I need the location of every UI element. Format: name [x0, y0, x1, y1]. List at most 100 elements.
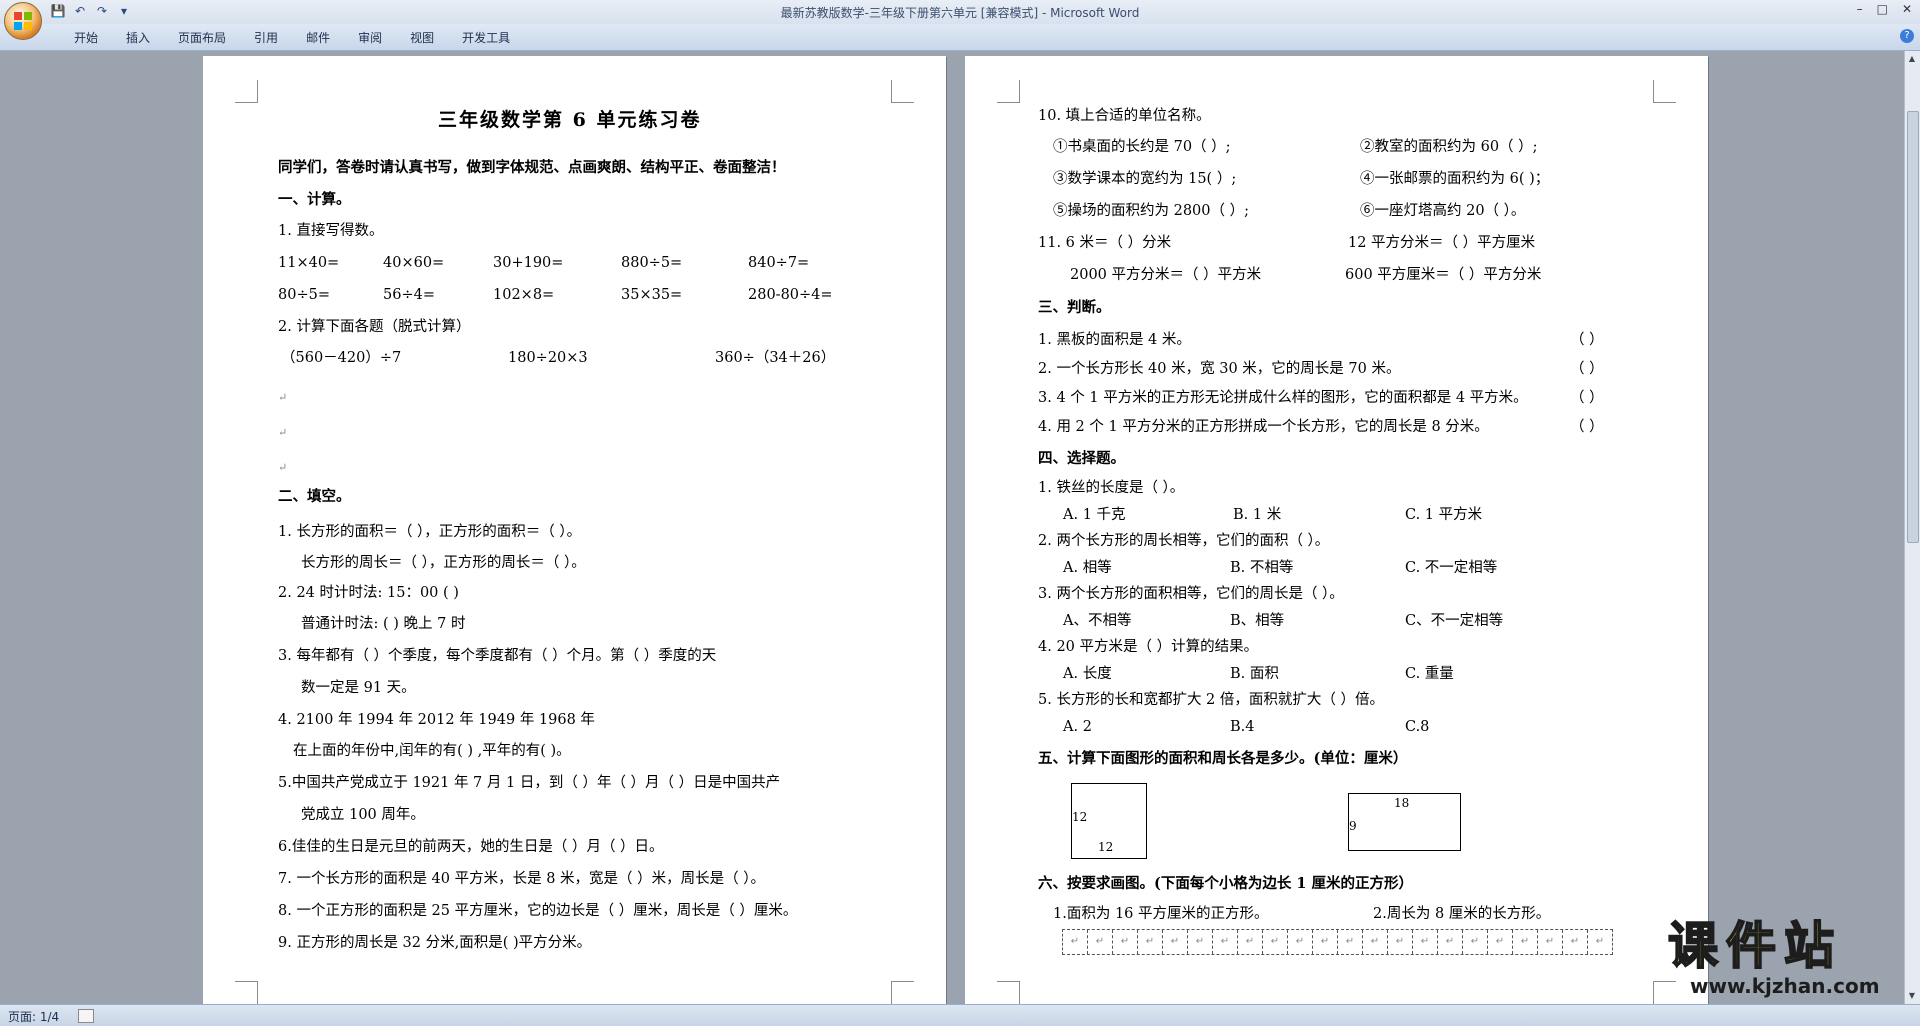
- office-button[interactable]: [4, 2, 42, 40]
- grid-cell: ↵: [1488, 930, 1513, 954]
- paragraph-mark: ↵: [278, 391, 288, 404]
- fill-4a: 4. 2100 年 1994 年 2012 年 1949 年 1968 年: [278, 712, 595, 728]
- proofing-icon[interactable]: [78, 1009, 94, 1023]
- document-page-1: 三年级数学第 6 单元练习卷 同学们，答卷时请认真书写，做到字体规范、点画爽朗、…: [203, 56, 946, 1004]
- tab-mailings[interactable]: 邮件: [292, 29, 344, 46]
- section-3-heading: 三、判断。: [1038, 299, 1111, 316]
- choice-option: A. 2: [1063, 719, 1092, 735]
- document-page-2: 10. 填上合适的单位名称。 ①书桌面的长约是 70（ ）; ②教室的面积约为 …: [965, 56, 1708, 1004]
- judge-item: 1. 黑板的面积是 4 米。: [1038, 332, 1191, 348]
- fill-7: 7. 一个长方形的面积是 40 平方米，长是 8 米，宽是（ ）米，周长是（ ）…: [278, 871, 766, 887]
- vertical-scrollbar[interactable]: ▲ ▼: [1904, 51, 1920, 1004]
- page-corner-mark: [235, 981, 258, 1004]
- grid-cell: ↵: [1288, 930, 1313, 954]
- q2-item: 360÷（34＋26）: [715, 350, 836, 366]
- scroll-up-icon[interactable]: ▲: [1907, 54, 1917, 64]
- calc-item: 80÷5=: [278, 287, 330, 303]
- calc-item: 880÷5=: [621, 255, 683, 271]
- grid-cell: ↵: [1113, 930, 1138, 954]
- page-indicator[interactable]: 页面: 1/4: [8, 1008, 59, 1025]
- close-button[interactable]: ✕: [1902, 2, 1912, 16]
- help-icon[interactable]: ?: [1900, 29, 1914, 43]
- grid-cell: ↵: [1138, 930, 1163, 954]
- scrollbar-thumb[interactable]: [1907, 111, 1919, 543]
- title-bar: 最新苏教版数学-三年级下册第六单元 [兼容模式] - Microsoft Wor…: [0, 0, 1920, 24]
- calc-item: 30+190=: [493, 255, 564, 271]
- section-2-heading: 二、填空。: [278, 488, 351, 505]
- grid-cell: ↵: [1238, 930, 1263, 954]
- tab-home[interactable]: 开始: [60, 29, 112, 46]
- drawing-grid[interactable]: ↵ ↵ ↵ ↵ ↵ ↵ ↵ ↵ ↵ ↵ ↵ ↵ ↵ ↵ ↵ ↵ ↵ ↵ ↵ ↵ ↵ ↵: [1062, 929, 1613, 955]
- ribbon: 开始 插入 页面布局 引用 邮件 审阅 视图 开发工具 ?: [0, 24, 1920, 51]
- grid-cell: ↵: [1263, 930, 1288, 954]
- minimize-button[interactable]: –: [1857, 2, 1863, 16]
- grid-cell: ↵: [1313, 930, 1338, 954]
- calc-item: 56÷4=: [383, 287, 435, 303]
- page-corner-mark: [891, 80, 914, 103]
- fill-4b: 在上面的年份中,闰年的有( ) ,平年的有( )。: [293, 743, 571, 759]
- judge-item: 3. 4 个 1 平方米的正方形无论拼成什么样的图形，它的面积都是 4 平方米。: [1038, 390, 1528, 406]
- watermark-url: www.kjzhan.com: [1690, 974, 1880, 998]
- office-logo-icon: [14, 12, 32, 30]
- grid-cell: ↵: [1463, 930, 1488, 954]
- calc-item: 280-80÷4=: [748, 287, 833, 303]
- judge-paren: （ ）: [1570, 361, 1604, 377]
- calc-item: 35×35=: [621, 287, 683, 303]
- undo-icon[interactable]: ↶: [72, 3, 88, 19]
- judge-item: 2. 一个长方形长 40 米，宽 30 米，它的周长是 70 米。: [1038, 361, 1401, 377]
- fill-3a: 3. 每年都有（ ）个季度，每个季度都有（ ）个月。第（ ）季度的天: [278, 648, 717, 664]
- choice-option: B. 不相等: [1230, 560, 1294, 576]
- status-bar: 页面: 1/4: [0, 1004, 1920, 1026]
- fill-5b: 党成立 100 周年。: [301, 807, 425, 823]
- fill-3b: 数一定是 91 天。: [301, 680, 416, 696]
- square-side-label: 12: [1072, 810, 1088, 824]
- tab-insert[interactable]: 插入: [112, 29, 164, 46]
- tab-page-layout[interactable]: 页面布局: [164, 29, 240, 46]
- redo-icon[interactable]: ↷: [94, 3, 110, 19]
- section-5-heading: 五、计算下面图形的面积和周长各是多少。(单位：厘米）: [1038, 750, 1408, 767]
- tab-references[interactable]: 引用: [240, 29, 292, 46]
- choice-option: A. 长度: [1063, 666, 1112, 682]
- tab-review[interactable]: 审阅: [344, 29, 396, 46]
- judge-paren: （ ）: [1570, 419, 1604, 435]
- q2-item: （560－420）÷7: [281, 350, 402, 366]
- scroll-down-icon[interactable]: ▼: [1907, 991, 1917, 1001]
- tab-view[interactable]: 视图: [396, 29, 448, 46]
- choice-question: 5. 长方形的长和宽都扩大 2 倍，面积就扩大（ ）倍。: [1038, 692, 1384, 708]
- grid-cell: ↵: [1338, 930, 1363, 954]
- page-corner-mark: [1653, 80, 1676, 103]
- maximize-button[interactable]: □: [1877, 2, 1888, 16]
- grid-cell: ↵: [1063, 930, 1088, 954]
- unit-item: ②教室的面积约为 60（ ）;: [1360, 139, 1538, 155]
- grid-cell: ↵: [1163, 930, 1188, 954]
- choice-question: 4. 20 平方米是（ ）计算的结果。: [1038, 639, 1259, 655]
- choice-option: A. 1 千克: [1063, 507, 1126, 523]
- window-controls: – □ ✕: [1857, 2, 1912, 16]
- choice-question: 1. 铁丝的长度是（ ）。: [1038, 480, 1185, 496]
- grid-cell: ↵: [1188, 930, 1213, 954]
- judge-paren: （ ）: [1570, 390, 1604, 406]
- rectangle-top-label: 18: [1394, 796, 1410, 810]
- choice-option: A. 相等: [1063, 560, 1112, 576]
- page-corner-mark: [891, 981, 914, 1004]
- draw-task: 1.面积为 16 平方厘米的正方形。: [1053, 906, 1269, 922]
- judge-item: 4. 用 2 个 1 平方分米的正方形拼成一个长方形，它的周长是 8 分米。: [1038, 419, 1489, 435]
- page-corner-mark: [997, 981, 1020, 1004]
- fill-9: 9. 正方形的周长是 32 分米,面积是( )平方分米。: [278, 935, 592, 951]
- save-icon[interactable]: 💾: [50, 3, 66, 19]
- q10-text: 10. 填上合适的单位名称。: [1038, 108, 1211, 124]
- grid-cell: ↵: [1388, 930, 1413, 954]
- square-bottom-label: 12: [1098, 840, 1114, 854]
- draw-task: 2.周长为 8 厘米的长方形。: [1373, 906, 1551, 922]
- section-1-heading: 一、计算。: [278, 191, 351, 208]
- ribbon-tabs: 开始 插入 页面布局 引用 邮件 审阅 视图 开发工具: [60, 29, 524, 46]
- fill-8: 8. 一个正方形的面积是 25 平方厘米，它的边长是（ ）厘米，周长是（ ）厘米…: [278, 903, 798, 919]
- page-title: 三年级数学第 6 单元练习卷: [438, 109, 702, 131]
- tab-developer[interactable]: 开发工具: [448, 29, 524, 46]
- convert-item: 12 平方分米＝（ ）平方厘米: [1348, 235, 1536, 251]
- grid-cell: ↵: [1413, 930, 1438, 954]
- calc-item: 11×40=: [278, 255, 340, 271]
- customize-qat-icon[interactable]: ▾: [116, 3, 132, 19]
- q1-text: 1. 直接写得数。: [278, 223, 384, 239]
- choice-option: B. 面积: [1230, 666, 1279, 682]
